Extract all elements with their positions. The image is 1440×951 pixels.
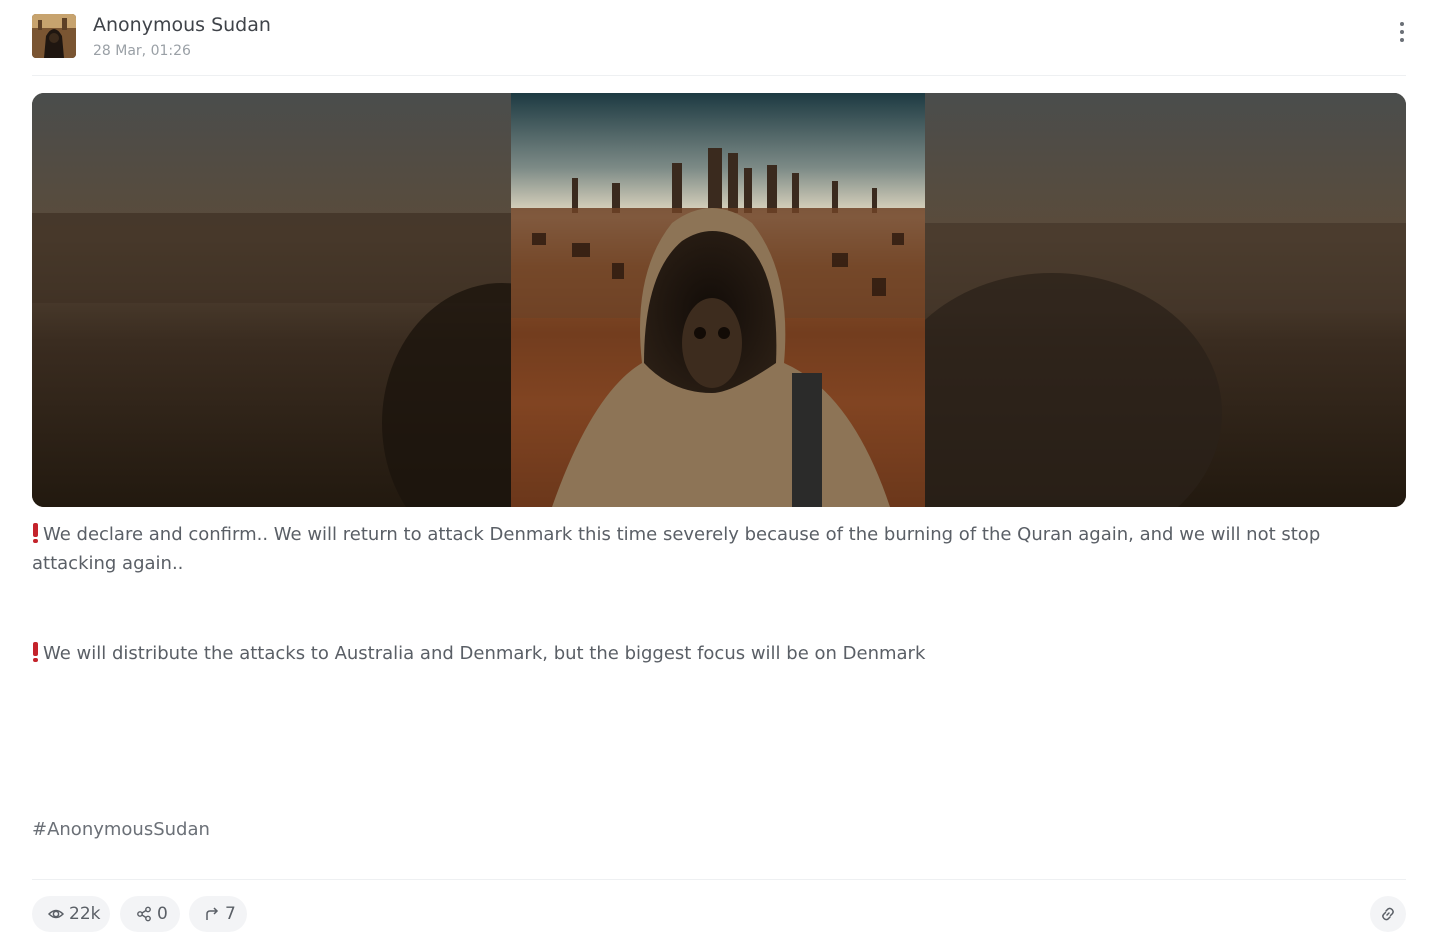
share-icon — [137, 906, 151, 922]
shares-count: 0 — [157, 904, 168, 924]
avatar-image — [32, 14, 76, 58]
shares-counter[interactable]: 0 — [120, 896, 180, 932]
paragraph-text: We declare and confirm.. We will return … — [32, 524, 1321, 574]
hashtag-link[interactable]: #AnonymousSudan — [32, 819, 210, 840]
forwards-count: 7 — [225, 904, 236, 924]
red-exclamation-icon — [32, 523, 39, 543]
forward-arrow-icon — [206, 907, 219, 920]
post-header: Anonymous Sudan 28 Mar, 01:26 — [32, 14, 1406, 60]
post-paragraph-1: We declare and confirm.. We will return … — [32, 520, 1362, 578]
footer-divider — [32, 879, 1406, 880]
post-card: Anonymous Sudan 28 Mar, 01:26 We declare… — [32, 0, 1406, 951]
post-paragraph-2: We will distribute the attacks to Austra… — [32, 639, 1362, 668]
copy-link-button[interactable] — [1370, 896, 1406, 932]
views-counter[interactable]: 22k — [32, 896, 110, 932]
forwards-counter[interactable]: 7 — [189, 896, 247, 932]
views-count: 22k — [69, 904, 101, 924]
post-image[interactable] — [32, 93, 1406, 507]
eye-icon — [48, 909, 64, 919]
header-divider — [32, 75, 1406, 76]
post-timestamp: 28 Mar, 01:26 — [93, 43, 191, 59]
more-vertical-icon[interactable] — [1398, 22, 1406, 50]
channel-avatar[interactable] — [32, 14, 76, 58]
paragraph-text: We will distribute the attacks to Austra… — [43, 643, 926, 664]
red-exclamation-icon — [32, 642, 39, 662]
post-image-artwork — [32, 93, 1406, 507]
channel-name[interactable]: Anonymous Sudan — [93, 14, 271, 36]
link-icon — [1382, 907, 1394, 921]
